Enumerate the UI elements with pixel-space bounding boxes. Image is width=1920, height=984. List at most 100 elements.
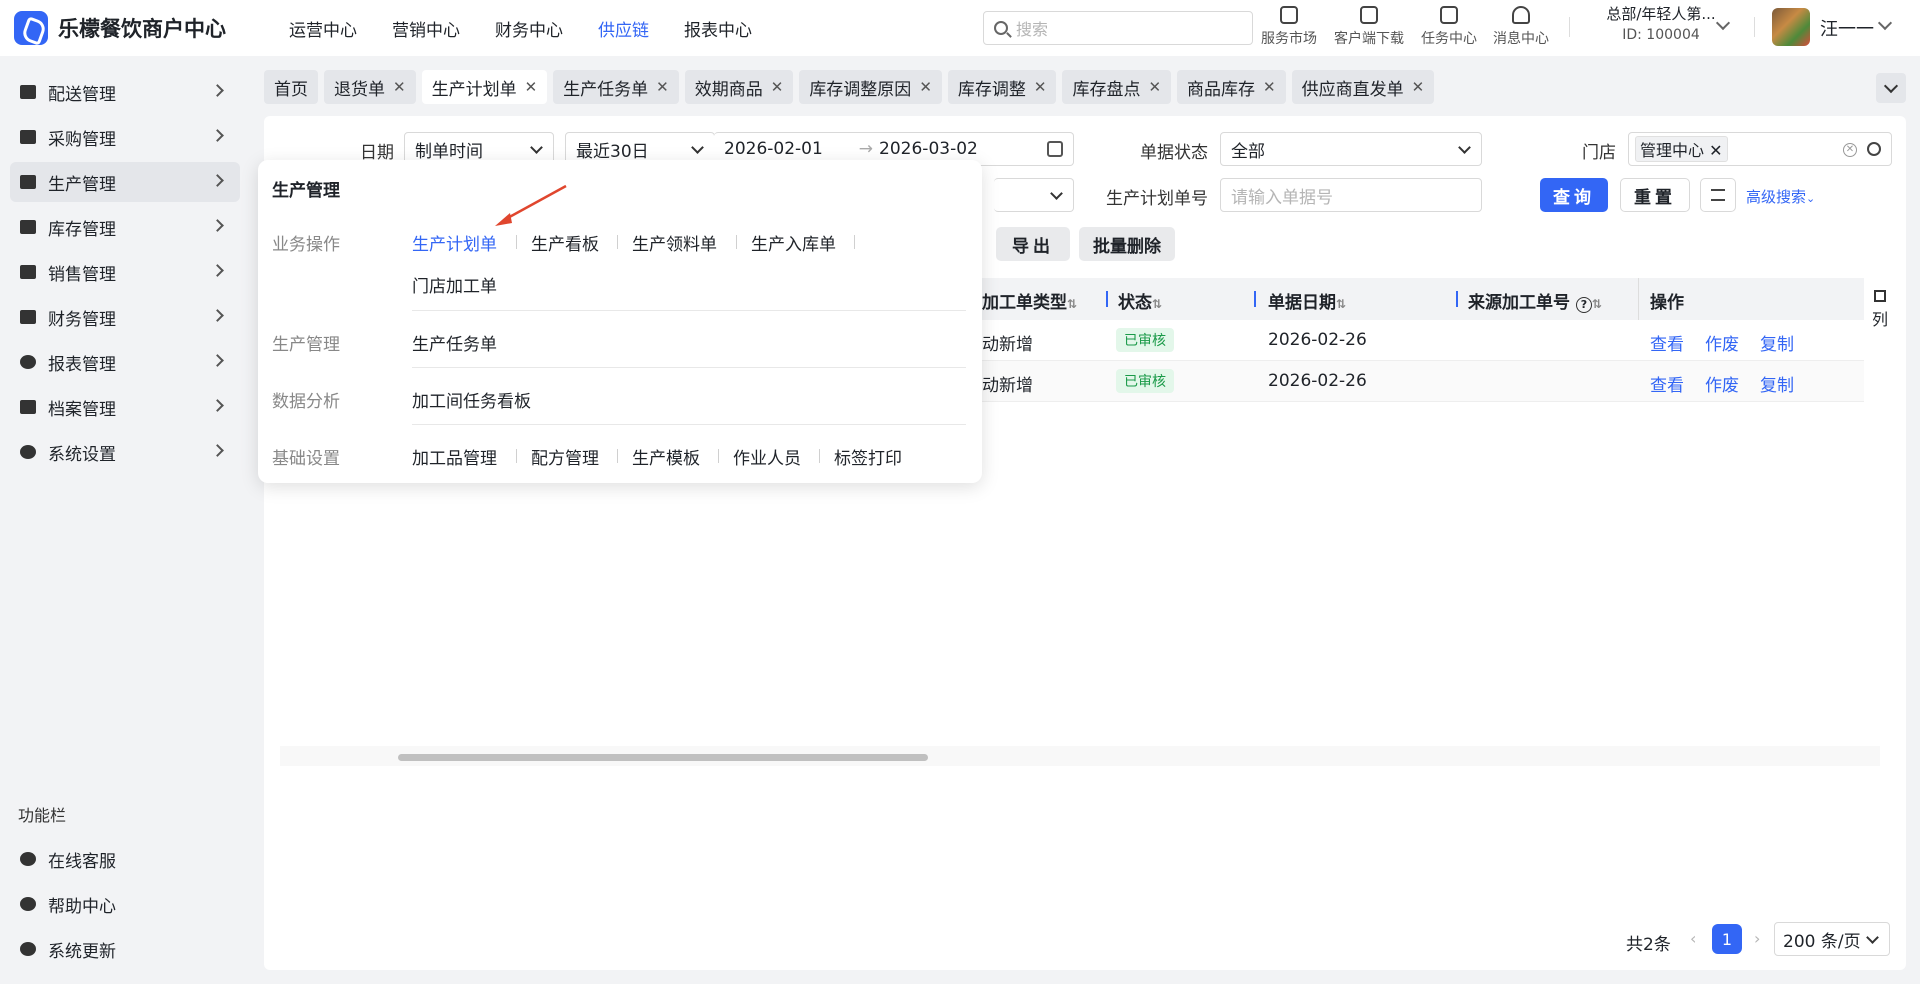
topnav-operations[interactable]: 运营中心 — [289, 16, 357, 41]
cell-date: 2026-02-26 — [1268, 330, 1367, 350]
close-icon[interactable]: ✕ — [1148, 78, 1161, 96]
tab-label: 生产计划单 — [431, 79, 517, 100]
advanced-search-link[interactable]: 高级搜索⌄ — [1746, 186, 1815, 207]
close-icon[interactable]: ✕ — [771, 78, 784, 96]
tab-stocktake[interactable]: 库存盘点 ✕ — [1062, 70, 1172, 104]
tab-adjust-reason[interactable]: 库存调整原因 ✕ — [799, 70, 942, 104]
column-settings-button[interactable]: 列 — [1868, 290, 1892, 330]
tab-goods-stock[interactable]: 商品库存 ✕ — [1177, 70, 1286, 104]
flyout-link-production-board[interactable]: 生产看板 — [531, 230, 599, 255]
close-icon[interactable]: ✕ — [656, 78, 669, 96]
close-icon[interactable]: ✕ — [393, 78, 406, 96]
sidebar-item-inventory[interactable]: 库存管理 — [10, 207, 240, 247]
tabs-more-button[interactable] — [1876, 73, 1906, 103]
topnav-marketing[interactable]: 营销中心 — [392, 16, 460, 41]
user-name[interactable]: 汪一一 — [1820, 15, 1874, 41]
tab-stock-adjust[interactable]: 库存调整 ✕ — [947, 70, 1057, 104]
page-number-current[interactable]: 1 — [1712, 924, 1742, 954]
flyout-link-material-requisition[interactable]: 生产领料单 — [632, 230, 717, 255]
close-icon[interactable]: ✕ — [1412, 78, 1425, 96]
column-divider[interactable] — [1456, 291, 1458, 307]
topnav-reports[interactable]: 报表中心 — [684, 16, 752, 41]
batch-delete-button[interactable]: 批量删除 — [1079, 227, 1175, 261]
page-size-select[interactable]: 200 条/页 — [1774, 922, 1890, 956]
service-market-button[interactable]: 服务市场 — [1256, 4, 1322, 48]
query-button[interactable]: 查询 — [1540, 178, 1608, 212]
view-link[interactable]: 查看 — [1650, 330, 1684, 355]
close-icon[interactable]: ✕ — [1709, 141, 1722, 160]
flyout-link-recipe[interactable]: 配方管理 — [531, 444, 599, 469]
prev-page-icon[interactable]: ‹ — [1690, 929, 1696, 948]
divider — [617, 449, 618, 463]
clear-icon[interactable]: ✕ — [1843, 143, 1857, 157]
sidebar-item-production[interactable]: 生产管理 — [10, 162, 240, 202]
sidebar-item-sales[interactable]: 销售管理 — [10, 252, 240, 292]
flyout-link-production-inbound[interactable]: 生产入库单 — [751, 230, 836, 255]
chevron-down-icon — [530, 141, 543, 154]
topnav-finance[interactable]: 财务中心 — [495, 16, 563, 41]
flyout-link-production-template[interactable]: 生产模板 — [632, 444, 700, 469]
tab-expiry-goods[interactable]: 效期商品 ✕ — [684, 70, 794, 104]
client-download-button[interactable]: 客户端下载 — [1328, 4, 1410, 48]
app-logo[interactable]: 乐檬餐饮商户中心 — [14, 11, 264, 45]
tab-production-task[interactable]: 生产任务单 ✕ — [553, 70, 679, 104]
sidebar-item-archives[interactable]: 档案管理 — [10, 387, 240, 427]
sidebar-item-help[interactable]: 帮助中心 — [10, 884, 240, 924]
hidden-select[interactable] — [994, 178, 1074, 212]
tab-label: 库存盘点 — [1072, 79, 1141, 100]
avatar[interactable] — [1772, 8, 1810, 46]
horizontal-scrollbar-thumb[interactable] — [398, 754, 928, 761]
flyout-link-production-plan[interactable]: 生产计划单 — [412, 230, 497, 255]
org-switcher[interactable]: 总部/年轻人第... ID: 100004 — [1586, 3, 1736, 43]
copy-link[interactable]: 复制 — [1760, 371, 1794, 396]
close-icon[interactable]: ✕ — [1034, 78, 1047, 96]
void-link[interactable]: 作废 — [1705, 330, 1739, 355]
sidebar-item-purchase[interactable]: 采购管理 — [10, 117, 240, 157]
help-icon[interactable]: ? — [1575, 297, 1592, 313]
view-link[interactable]: 查看 — [1650, 371, 1684, 396]
th-date[interactable]: 单据日期⇅ — [1268, 288, 1346, 313]
production-icon — [20, 175, 36, 189]
th-source-no[interactable]: 来源加工单号 ? ⇅ — [1468, 288, 1602, 313]
tab-home[interactable]: 首页 — [264, 70, 318, 104]
sidebar-item-reports[interactable]: 报表管理 — [10, 342, 240, 382]
plan-no-input[interactable]: 请输入单据号 — [1220, 178, 1482, 212]
reset-button[interactable]: 重置 — [1620, 178, 1690, 212]
tab-return[interactable]: 退货单 ✕ — [324, 70, 416, 104]
topnav-supply-chain[interactable]: 供应链 — [598, 16, 649, 41]
task-center-button[interactable]: 任务中心 — [1416, 4, 1482, 48]
th-status[interactable]: 状态⇅ — [1118, 288, 1162, 313]
store-select[interactable]: 管理中心 ✕ ✕ — [1628, 132, 1892, 166]
close-icon[interactable]: ✕ — [525, 78, 538, 96]
flyout-link-production-task[interactable]: 生产任务单 — [412, 330, 497, 355]
tab-supplier-direct[interactable]: 供应商直发单 ✕ — [1291, 70, 1435, 104]
void-link[interactable]: 作废 — [1705, 371, 1739, 396]
sidebar-item-finance[interactable]: 财务管理 — [10, 297, 240, 337]
divider — [516, 449, 517, 463]
sidebar-item-update[interactable]: 系统更新 — [10, 929, 240, 969]
tab-production-plan[interactable]: 生产计划单 ✕ — [421, 70, 548, 104]
sidebar-item-online-service[interactable]: 在线客服 — [10, 839, 240, 879]
flyout-link-workshop-task-board[interactable]: 加工间任务看板 — [412, 387, 531, 412]
export-button[interactable]: 导出 — [996, 227, 1070, 261]
filter-settings-button[interactable] — [1700, 178, 1736, 212]
flyout-link-label-print[interactable]: 标签打印 — [834, 444, 902, 469]
close-icon[interactable]: ✕ — [1263, 78, 1276, 96]
flyout-link-operators[interactable]: 作业人员 — [733, 444, 801, 469]
status-select[interactable]: 全部 — [1220, 132, 1482, 166]
message-center-button[interactable]: 消息中心 — [1488, 4, 1554, 48]
column-divider[interactable] — [1106, 291, 1108, 307]
flyout-link-processed-goods[interactable]: 加工品管理 — [412, 444, 497, 469]
tab-label: 库存调整 — [957, 79, 1026, 100]
sidebar-item-label: 报表管理 — [48, 354, 116, 375]
column-divider[interactable] — [1254, 291, 1256, 307]
date-range-arrow: → — [858, 139, 874, 159]
copy-link[interactable]: 复制 — [1760, 330, 1794, 355]
global-search-input[interactable]: 搜索 — [983, 11, 1253, 45]
sidebar-item-settings[interactable]: 系统设置 — [10, 432, 240, 472]
sidebar-item-delivery[interactable]: 配送管理 — [10, 72, 240, 112]
next-page-icon[interactable]: › — [1754, 929, 1760, 948]
th-process-type[interactable]: 加工单类型⇅ — [982, 288, 1077, 313]
flyout-link-store-processing[interactable]: 门店加工单 — [412, 272, 497, 297]
close-icon[interactable]: ✕ — [919, 78, 932, 96]
